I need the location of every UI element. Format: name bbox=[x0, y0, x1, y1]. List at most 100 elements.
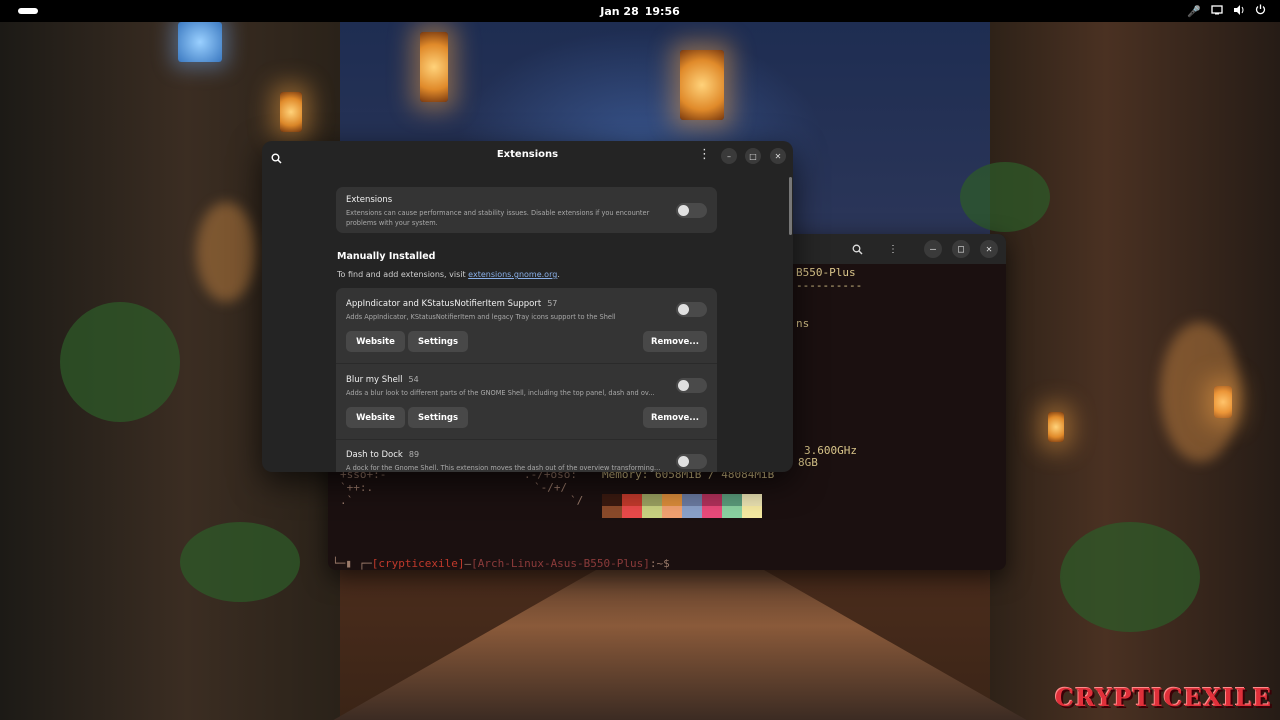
clock-time: 19:56 bbox=[644, 4, 680, 18]
palette-swatch bbox=[722, 494, 742, 506]
terminal-ascii-art: `++:. bbox=[340, 481, 374, 494]
volume-icon[interactable] bbox=[1233, 4, 1245, 18]
palette-swatch bbox=[702, 506, 722, 518]
minimize-icon[interactable]: – bbox=[721, 148, 737, 164]
extension-name: Dash to Dock 89 bbox=[346, 450, 419, 460]
section-subtitle: To find and add extensions, visit extens… bbox=[337, 270, 560, 279]
extension-name: Blur my Shell 54 bbox=[346, 375, 419, 385]
terminal-ascii-art: .` bbox=[340, 494, 354, 507]
extension-row: Blur my Shell 54 Adds a blur look to diff… bbox=[336, 364, 717, 439]
wallpaper-lantern bbox=[1048, 412, 1064, 442]
system-tray[interactable]: 🎤 bbox=[1187, 4, 1266, 18]
extension-list: AppIndicator and KStatusNotifierItem Sup… bbox=[336, 288, 717, 472]
website-button[interactable]: Website bbox=[346, 331, 405, 352]
extension-name-text: AppIndicator and KStatusNotifierItem Sup… bbox=[346, 299, 542, 309]
extension-toggle[interactable] bbox=[676, 302, 707, 317]
terminal-ascii-art: `-/+/ bbox=[534, 481, 568, 494]
close-icon[interactable]: ✕ bbox=[980, 240, 998, 258]
wallpaper-lantern bbox=[420, 32, 448, 102]
palette-swatch bbox=[682, 506, 702, 518]
settings-button[interactable]: Settings bbox=[408, 331, 468, 352]
menu-icon[interactable]: ⋮ bbox=[884, 240, 902, 258]
extension-description: Adds AppIndicator, KStatusNotifierItem a… bbox=[346, 313, 616, 321]
palette-swatch bbox=[622, 494, 642, 506]
terminal-fragment-text: ns bbox=[796, 317, 810, 330]
clock[interactable]: Jan 28 19:56 bbox=[600, 5, 680, 18]
wallpaper-window-light bbox=[178, 22, 222, 62]
palette-swatch bbox=[662, 494, 682, 506]
microphone-icon[interactable]: 🎤 bbox=[1187, 5, 1201, 18]
close-icon[interactable]: ✕ bbox=[770, 148, 786, 164]
extension-version: 89 bbox=[408, 450, 420, 459]
screen-icon[interactable] bbox=[1211, 4, 1223, 18]
palette-swatch bbox=[622, 506, 642, 518]
channel-watermark: CRYPTICEXILE bbox=[1055, 683, 1272, 712]
settings-button[interactable]: Settings bbox=[408, 407, 468, 428]
search-icon[interactable] bbox=[848, 240, 866, 258]
palette-swatch bbox=[662, 506, 682, 518]
section-subtitle-text: To find and add extensions, visit bbox=[337, 270, 469, 279]
window-title: Extensions bbox=[496, 149, 559, 160]
extension-version: 57 bbox=[547, 299, 558, 308]
extensions-website-link[interactable]: extensions.gnome.org bbox=[468, 270, 557, 279]
prompt-host: [Arch-Linux-Asus-B550-Plus] bbox=[471, 557, 650, 570]
remove-button[interactable]: Remove... bbox=[643, 331, 707, 352]
minimize-icon[interactable]: – bbox=[924, 240, 942, 258]
extension-description: Adds a blur look to different parts of t… bbox=[346, 389, 655, 397]
wallpaper-foliage bbox=[1060, 522, 1200, 632]
palette-swatch bbox=[722, 506, 742, 518]
global-toggle-description: Extensions can cause performance and sta… bbox=[346, 209, 650, 227]
section-subtitle-suffix: . bbox=[557, 270, 560, 279]
power-icon[interactable] bbox=[1255, 4, 1266, 18]
extension-toggle[interactable] bbox=[676, 454, 707, 469]
terminal-gpu-text: 8GB bbox=[798, 456, 818, 469]
wallpaper-foliage bbox=[960, 162, 1050, 232]
palette-swatch bbox=[742, 494, 762, 506]
terminal-dashes-text: ---------- bbox=[796, 279, 863, 292]
website-button[interactable]: Website bbox=[346, 407, 405, 428]
extension-row: AppIndicator and KStatusNotifierItem Sup… bbox=[336, 288, 717, 363]
menu-icon[interactable]: ⋮ bbox=[698, 148, 711, 161]
section-title: Manually Installed bbox=[337, 251, 436, 262]
wallpaper-foliage bbox=[180, 522, 300, 602]
global-toggle-title: Extensions bbox=[346, 195, 393, 205]
extension-name-text: Blur my Shell bbox=[346, 375, 403, 385]
wallpaper-lantern bbox=[680, 50, 724, 120]
extensions-global-card: Extensions Extensions can cause performa… bbox=[336, 187, 717, 233]
palette-swatch bbox=[642, 494, 662, 506]
extensions-header: Extensions ⋮ – □ ✕ bbox=[262, 141, 793, 169]
terminal-host-text: B550-Plus bbox=[796, 266, 856, 279]
top-bar: Jan 28 19:56 🎤 bbox=[0, 0, 1280, 22]
wallpaper-glow bbox=[196, 202, 256, 302]
palette-swatch bbox=[702, 494, 722, 506]
terminal-color-palette bbox=[602, 494, 762, 518]
terminal-ascii-art: `/ bbox=[570, 494, 584, 507]
palette-swatch bbox=[642, 506, 662, 518]
prompt-user: [crypticexile] bbox=[371, 557, 465, 570]
prompt-tail: :~$ bbox=[649, 557, 670, 570]
extension-row: Dash to Dock 89 A dock for the Gnome Shel… bbox=[336, 440, 717, 472]
terminal-cursor-line[interactable]: └─▮ bbox=[332, 557, 352, 570]
palette-swatch bbox=[602, 494, 622, 506]
wallpaper-glow bbox=[1160, 322, 1240, 462]
wallpaper-street bbox=[330, 562, 1030, 720]
clock-date: Jan 28 bbox=[600, 4, 639, 18]
extension-toggle[interactable] bbox=[676, 378, 707, 393]
remove-button[interactable]: Remove... bbox=[643, 407, 707, 428]
extension-name: AppIndicator and KStatusNotifierItem Sup… bbox=[346, 299, 557, 309]
extension-name-text: Dash to Dock bbox=[346, 450, 403, 460]
palette-swatch bbox=[742, 506, 762, 518]
palette-swatch bbox=[682, 494, 702, 506]
palette-swatch bbox=[602, 506, 622, 518]
maximize-icon[interactable]: □ bbox=[952, 240, 970, 258]
wallpaper-lantern bbox=[280, 92, 302, 132]
scrollbar[interactable] bbox=[789, 177, 792, 235]
extensions-window[interactable]: Extensions ⋮ – □ ✕ Extensions Extensions… bbox=[262, 141, 793, 472]
global-extensions-toggle[interactable] bbox=[676, 203, 707, 218]
activities-indicator[interactable] bbox=[18, 8, 38, 14]
terminal-prompt: ┌─[crypticexile]—[Arch-Linux-Asus-B550-P… bbox=[358, 557, 670, 570]
extension-description: A dock for the Gnome Shell. This extensi… bbox=[346, 464, 661, 472]
wallpaper-foliage bbox=[60, 302, 180, 422]
extension-version: 54 bbox=[408, 375, 419, 384]
maximize-icon[interactable]: □ bbox=[745, 148, 761, 164]
